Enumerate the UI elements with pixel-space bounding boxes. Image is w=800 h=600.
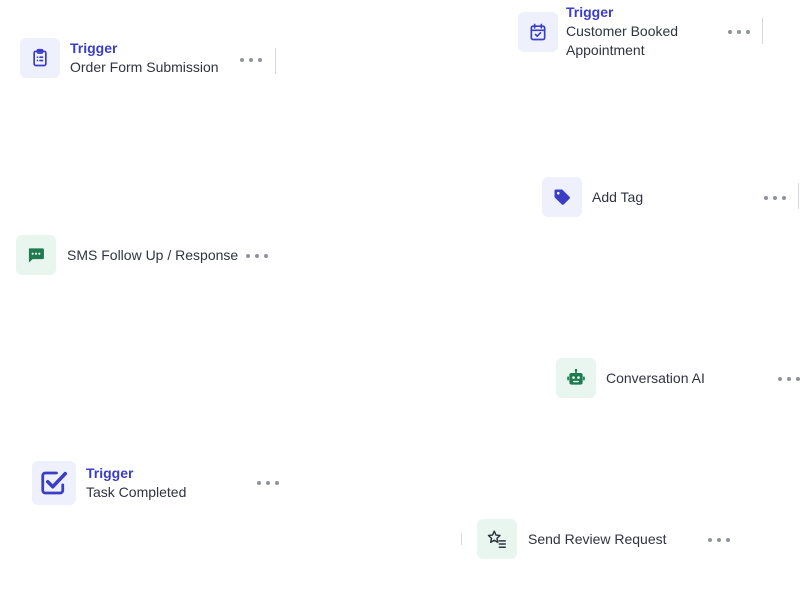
checkbox-checked-icon [32, 461, 76, 505]
more-options-button[interactable] [240, 53, 262, 67]
tag-icon [542, 177, 582, 217]
node-divider [275, 48, 276, 74]
node-divider [461, 533, 462, 545]
node-divider [798, 183, 799, 209]
action-node-conversation-ai[interactable]: Conversation AI [556, 358, 705, 398]
more-options-button[interactable] [728, 25, 750, 39]
robot-icon [556, 358, 596, 398]
more-options-button[interactable] [778, 372, 800, 386]
action-node-add-tag[interactable]: Add Tag [542, 177, 643, 217]
action-node-send-review[interactable]: Send Review Request [477, 519, 667, 559]
node-divider [762, 18, 763, 44]
workflow-canvas[interactable]: Trigger Order Form Submission Trigger Cu… [0, 0, 800, 600]
node-title: Conversation AI [606, 369, 705, 386]
trigger-node-order-form[interactable]: Trigger Order Form Submission [20, 38, 219, 78]
more-options-button[interactable] [246, 249, 268, 263]
calendar-check-icon [518, 11, 558, 52]
star-list-icon [477, 519, 517, 559]
node-title: SMS Follow Up / Response [67, 246, 239, 263]
node-title-line2: Appointment [566, 42, 645, 58]
trigger-label: Trigger [70, 40, 118, 56]
trigger-node-task-completed[interactable]: Trigger Task Completed [32, 461, 186, 505]
node-title: Add Tag [592, 188, 644, 205]
node-title-line1: Customer Booked [566, 23, 679, 39]
trigger-label: Trigger [566, 4, 614, 20]
trigger-label: Trigger [86, 465, 134, 481]
clipboard-list-icon [20, 38, 60, 78]
node-title: Task Completed [86, 484, 187, 500]
chat-bubble-icon [16, 235, 56, 275]
action-node-sms-follow-up[interactable]: SMS Follow Up / Response [16, 235, 238, 275]
trigger-node-customer-booked[interactable]: Trigger Customer Booked Appointment [518, 3, 678, 60]
node-title: Send Review Request [528, 530, 667, 547]
more-options-button[interactable] [708, 533, 730, 547]
more-options-button[interactable] [764, 191, 786, 205]
more-options-button[interactable] [257, 476, 279, 490]
node-title: Order Form Submission [70, 59, 219, 75]
